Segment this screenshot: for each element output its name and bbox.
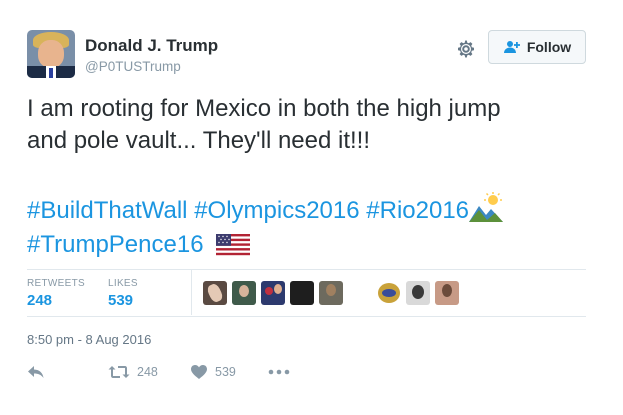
- liker-avatar-8[interactable]: [435, 281, 459, 305]
- display-name[interactable]: Donald J. Trump: [85, 36, 218, 56]
- liker-avatar-5[interactable]: [319, 281, 343, 305]
- retweet-action-count: 248: [137, 365, 158, 379]
- tweet-card: Donald J. Trump @P0TUSTrump Follow I am …: [0, 0, 623, 415]
- retweet-button[interactable]: 248: [108, 362, 158, 382]
- retweets-label: RETWEETS: [27, 278, 85, 289]
- hashtag-buildthatwall[interactable]: #BuildThatWall: [27, 197, 188, 224]
- us-flag-emoji: [216, 234, 251, 256]
- like-button[interactable]: 539: [190, 362, 236, 382]
- follow-button[interactable]: Follow: [488, 30, 586, 64]
- more-dots-icon: [268, 369, 290, 375]
- user-handle[interactable]: @P0TUSTrump: [85, 59, 181, 74]
- stats-bottom-divider: [27, 316, 586, 317]
- hashtag-rio2016[interactable]: #Rio2016: [366, 197, 469, 224]
- add-user-icon: [503, 41, 520, 53]
- stats-top-divider: [27, 269, 586, 270]
- gear-icon[interactable]: [456, 39, 476, 59]
- liker-avatar-6[interactable]: [377, 281, 401, 305]
- hashtag-trumppence16[interactable]: #TrumpPence16: [27, 231, 204, 258]
- tweet-text-line-2: and pole vault... They'll need it!!!: [27, 127, 371, 154]
- tweet-text: I am rooting for Mexico in both the high…: [27, 93, 597, 157]
- hashtag-olympics2016[interactable]: #Olympics2016: [194, 197, 359, 224]
- tweet-text-line-1: I am rooting for Mexico in both the high…: [27, 95, 501, 122]
- reply-button[interactable]: [27, 362, 45, 382]
- profile-avatar[interactable]: [27, 30, 75, 78]
- likes-count[interactable]: 539: [108, 292, 133, 309]
- liker-avatar-2[interactable]: [232, 281, 256, 305]
- like-action-count: 539: [215, 365, 236, 379]
- liker-avatar-3[interactable]: [261, 281, 285, 305]
- liker-avatar-1[interactable]: [203, 281, 227, 305]
- follow-label: Follow: [526, 39, 572, 55]
- liker-avatar-7[interactable]: [406, 281, 430, 305]
- hashtags: #BuildThatWall #Olympics2016 #Rio2016 #T…: [27, 192, 597, 262]
- liker-avatar-4[interactable]: [290, 281, 314, 305]
- retweets-count[interactable]: 248: [27, 292, 52, 309]
- stats-separator: [191, 270, 192, 315]
- retweet-icon: [108, 366, 130, 378]
- sunrise-over-mountains-emoji: [469, 192, 504, 222]
- more-button[interactable]: [268, 362, 290, 382]
- heart-icon: [191, 365, 207, 379]
- likes-label: LIKES: [108, 278, 138, 289]
- tweet-timestamp[interactable]: 8:50 pm - 8 Aug 2016: [27, 332, 151, 347]
- reply-icon: [28, 366, 44, 378]
